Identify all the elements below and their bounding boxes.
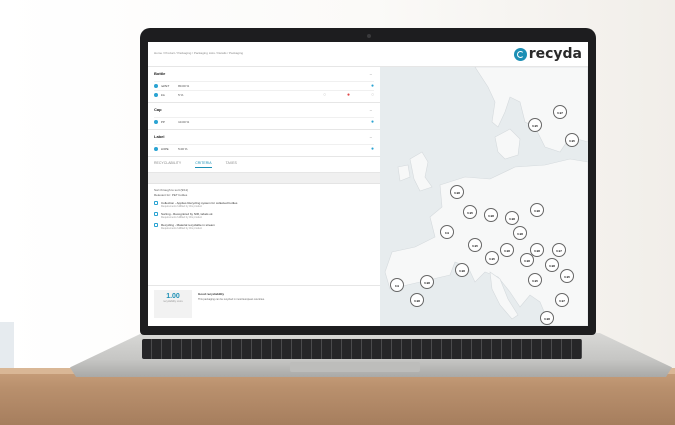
material-name: rePET: [160, 84, 170, 88]
criteria-item[interactable]: Collection - Applies Recycling system fo…: [154, 201, 374, 208]
check-icon: ●: [370, 83, 374, 89]
country-score-bubble[interactable]: 0.98: [540, 311, 554, 325]
camera-icon: [367, 34, 371, 38]
criteria-item-sub: Requirements fulfilled by this product: [161, 227, 202, 230]
table-row[interactable]: rePET 80.00 % ●: [154, 81, 374, 90]
tab-recyclability[interactable]: RECYCLABILITY: [154, 161, 181, 168]
criteria-item-sub: Requirements fulfilled by this product: [161, 205, 202, 208]
tab-criteria[interactable]: CRITERIA: [195, 161, 212, 168]
material-name: Ink: [160, 93, 165, 97]
packaging-panel: Bottle – rePET 80.00 % ● Ink 5 % ○ ● ○ C…: [148, 67, 380, 326]
warning-icon: ●: [346, 92, 350, 98]
table-row[interactable]: PP 10.00 % ●: [154, 117, 374, 126]
material-name: PP: [160, 120, 165, 124]
table-row[interactable]: Ink 5 % ○ ● ○: [154, 90, 374, 99]
country-score-bubble[interactable]: 0.98: [450, 185, 464, 199]
collapse-icon[interactable]: –: [370, 107, 372, 112]
country-score-bubble[interactable]: 0.9: [390, 278, 404, 292]
top-bar: Home / Product / Packaging / Packaging L…: [148, 42, 588, 67]
section-title: Label: [154, 134, 165, 139]
section-bottle: Bottle – rePET 80.00 % ● Ink 5 % ○ ● ○: [148, 67, 380, 103]
material-dot: [154, 147, 158, 151]
material-share: 10.00 %: [178, 120, 190, 124]
checkbox-icon[interactable]: [154, 223, 158, 227]
score-value: 1.00: [166, 293, 180, 300]
country-score-bubble[interactable]: 0.95: [485, 251, 499, 265]
score-description: Good recyclability This packaging can be…: [198, 292, 373, 301]
country-score-bubble[interactable]: 0.97: [555, 293, 569, 307]
country-score-bubble[interactable]: 0.9: [440, 225, 454, 239]
breadcrumb[interactable]: Home / Product / Packaging / Packaging L…: [154, 51, 243, 55]
country-score-bubble[interactable]: 0.95: [560, 269, 574, 283]
material-share: 5.00 %: [178, 147, 188, 151]
material-name: LDPE: [160, 147, 169, 151]
country-score-bubble[interactable]: 0.97: [553, 105, 567, 119]
divider-bar: [148, 173, 380, 184]
criteria-list: Sort through to sort (9/11) Relevant for…: [148, 184, 380, 234]
table-row[interactable]: LDPE 5.00 % ●: [154, 144, 374, 153]
check-icon: ●: [370, 146, 374, 152]
criteria-heading: Sort through to sort (9/11): [154, 188, 189, 192]
empty-status-icon: ○: [370, 92, 374, 98]
material-share: 5 %: [178, 93, 184, 97]
country-score-bubble[interactable]: 0.95: [468, 238, 482, 252]
tab-taxes[interactable]: TAXES: [226, 161, 237, 168]
criteria-item-sub: Requirements fulfilled by this product: [161, 216, 202, 219]
recyda-logo-icon: [513, 47, 527, 61]
europe-map[interactable]: 0.97 0.95 0.95 0.98 0.95 0.98 0.98 0.98 0.98 0.98…: [380, 67, 588, 326]
criteria-subheading: Relevant for: PET bottles: [154, 193, 188, 197]
material-dot: [154, 120, 158, 124]
material-share: 80.00 %: [178, 84, 190, 88]
check-icon: ●: [370, 119, 374, 125]
score-label: recyclability score: [163, 300, 183, 303]
score-summary: 1.00 recyclability score Good recyclabil…: [148, 285, 380, 326]
brand-logo[interactable]: recyda: [513, 46, 582, 62]
collapse-icon[interactable]: –: [370, 71, 372, 76]
country-score-bubble[interactable]: 0.98: [513, 226, 527, 240]
criteria-item[interactable]: Recycling - Material recyclable in strea…: [154, 223, 374, 230]
material-dot: [154, 93, 158, 97]
checkbox-icon[interactable]: [154, 212, 158, 216]
country-score-bubble[interactable]: 0.95: [528, 273, 542, 287]
info-icon: ○: [322, 92, 326, 98]
section-label: Label – LDPE 5.00 % ●: [148, 130, 380, 157]
score-text: This packaging can be recycled in most E…: [198, 298, 265, 301]
country-score-bubble[interactable]: 0.97: [552, 243, 566, 257]
country-score-bubble[interactable]: 0.95: [463, 205, 477, 219]
country-score-bubble[interactable]: 0.98: [410, 293, 424, 307]
tab-bar: RECYCLABILITY CRITERIA TAXES: [148, 157, 380, 173]
country-score-bubble[interactable]: 0.98: [484, 208, 498, 222]
collapse-icon[interactable]: –: [370, 134, 372, 139]
country-score-bubble[interactable]: 0.98: [500, 243, 514, 257]
section-title: Cap: [154, 107, 162, 112]
country-score-bubble[interactable]: 0.98: [505, 211, 519, 225]
criteria-item[interactable]: Sorting - Recognized by NIR, labels ok R…: [154, 212, 374, 219]
laptop-lid: Home / Product / Packaging / Packaging L…: [140, 28, 596, 335]
country-score-bubble[interactable]: 0.98: [455, 263, 469, 277]
country-score-bubble[interactable]: 0.98: [545, 258, 559, 272]
score-badge: 1.00 recyclability score: [154, 290, 192, 318]
country-score-bubble[interactable]: 0.98: [530, 203, 544, 217]
brand-name: recyda: [528, 46, 582, 62]
material-dot: [154, 84, 158, 88]
checkbox-icon[interactable]: [154, 201, 158, 205]
country-score-bubble[interactable]: 0.95: [528, 118, 542, 132]
app-screen: Home / Product / Packaging / Packaging L…: [148, 42, 588, 326]
country-score-bubble[interactable]: 0.98: [420, 275, 434, 289]
country-score-bubble[interactable]: 0.98: [520, 253, 534, 267]
section-title: Bottle: [154, 71, 166, 76]
section-cap: Cap – PP 10.00 % ●: [148, 103, 380, 130]
trackpad: [290, 362, 420, 372]
country-score-bubble[interactable]: 0.95: [565, 133, 579, 147]
score-heading: Good recyclability: [198, 292, 225, 296]
keyboard: [142, 339, 582, 359]
